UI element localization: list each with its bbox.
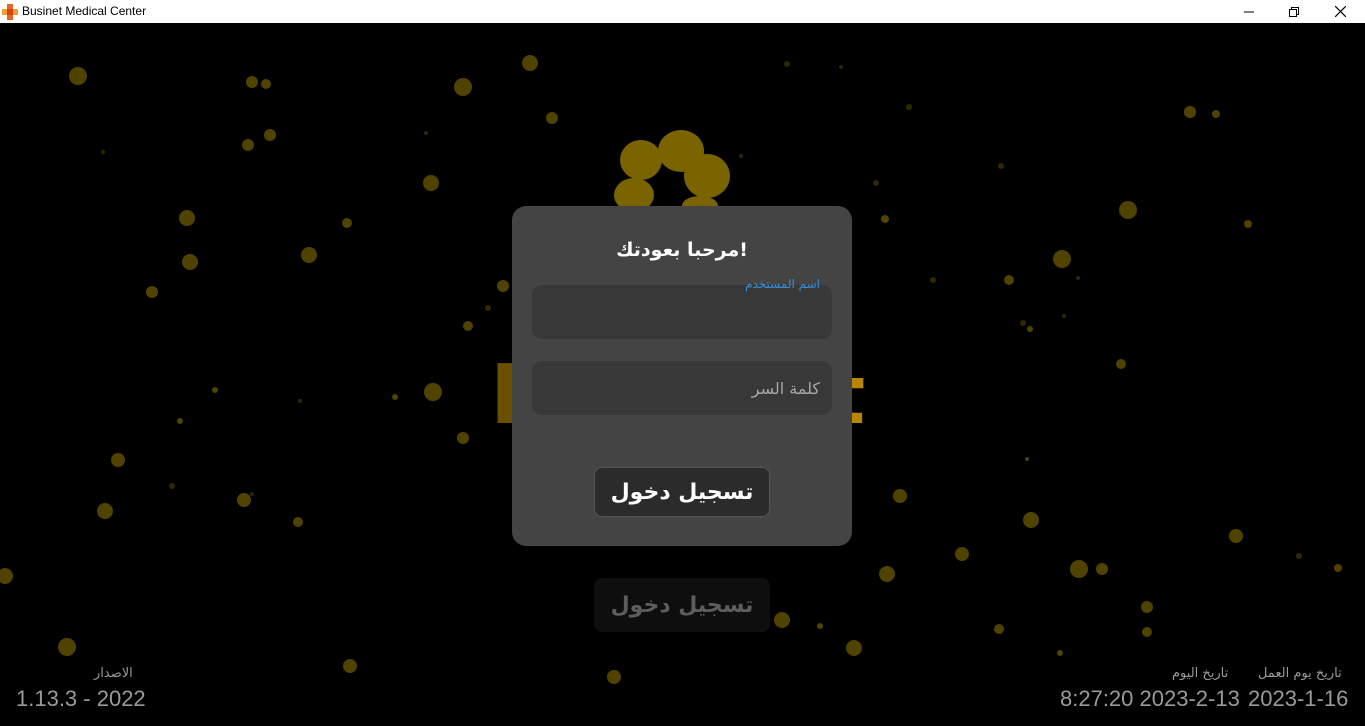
username-label: اسم المستخدم (745, 277, 820, 291)
minimize-icon (1244, 11, 1254, 12)
close-icon (1334, 6, 1346, 17)
dialog-title: !مرحبا بعودتك (616, 239, 748, 261)
login-button[interactable]: تسجيل دخول (594, 467, 770, 517)
username-input[interactable] (532, 285, 832, 339)
background-login-button: تسجيل دخول (594, 578, 770, 632)
window-title: Businet Medical Center (22, 4, 147, 18)
workday-date-label: تاريخ يوم العمل (1258, 666, 1342, 681)
login-dialog: !مرحبا بعودتك اسم المستخدم تسجيل دخول (512, 206, 852, 546)
restore-icon (1289, 6, 1299, 17)
today-date-label: تاريخ اليوم (1172, 666, 1229, 681)
workday-date-value: 2023-1-16 (1248, 686, 1349, 711)
minimize-button[interactable] (1226, 0, 1272, 23)
logo-ring-icon (614, 130, 730, 216)
username-field[interactable]: اسم المستخدم (532, 277, 832, 339)
version-value: 1.13.3 - 2022 (16, 686, 146, 711)
version-label: الاصدار (94, 666, 133, 681)
title-bar: Businet Medical Center (0, 0, 1365, 23)
restore-button[interactable] (1271, 0, 1317, 23)
today-date-value: 8:27:20 2023-2-13 (1060, 686, 1240, 711)
password-input[interactable] (532, 361, 832, 415)
password-field[interactable] (532, 361, 832, 415)
medical-cross-icon (2, 4, 18, 20)
close-button[interactable] (1317, 0, 1363, 23)
